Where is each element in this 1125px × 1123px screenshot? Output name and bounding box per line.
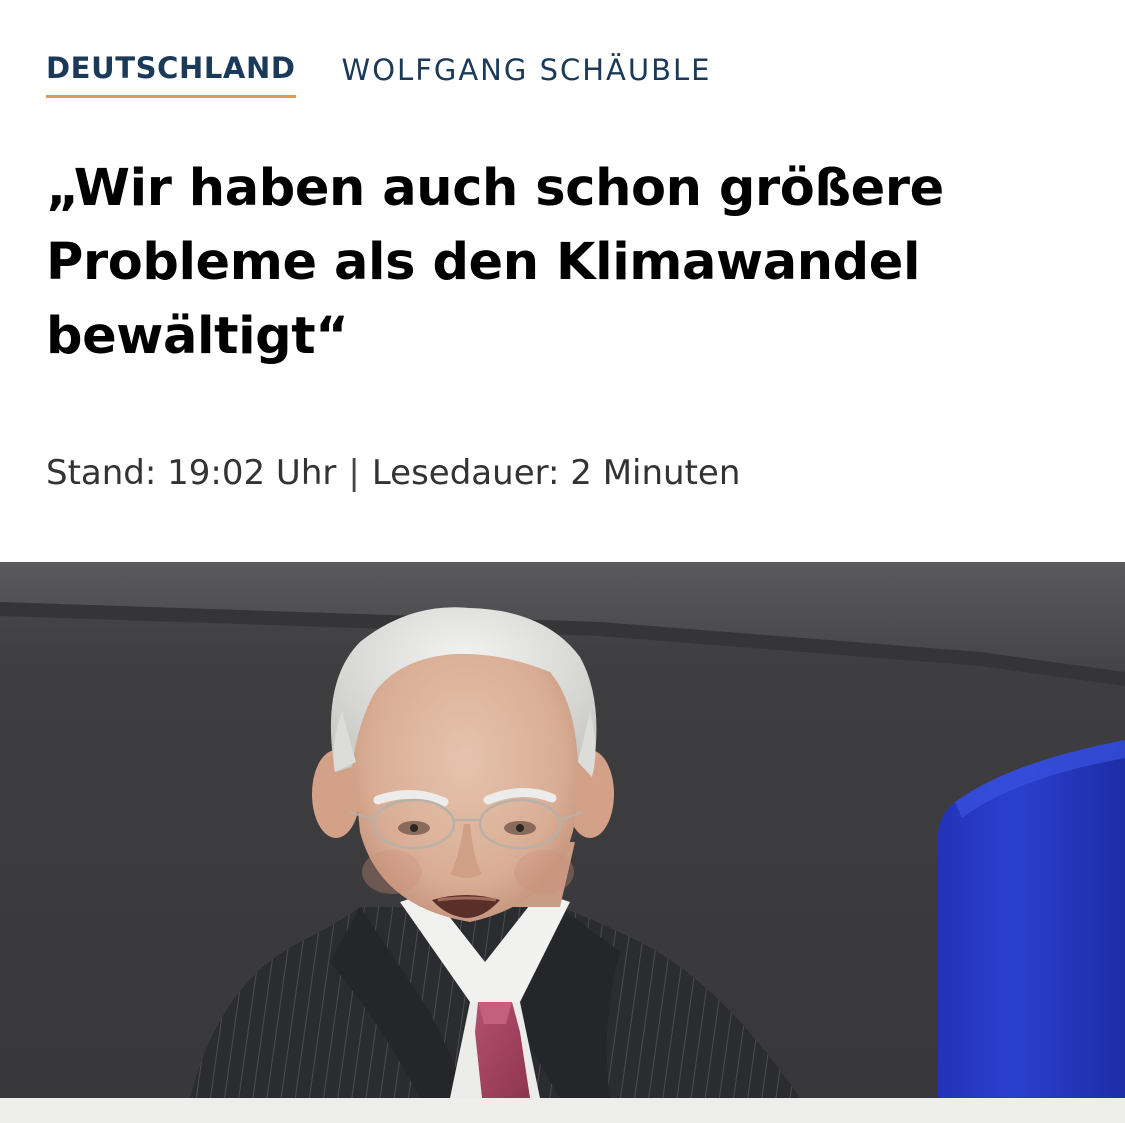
article-headline: „Wir haben auch schon größere Probleme a… (46, 152, 1086, 374)
portrait-photo (0, 562, 1125, 1098)
headline-line-3: bewältigt“ (46, 307, 349, 366)
hero-photo[interactable] (0, 562, 1125, 1098)
section-link-deutschland[interactable]: DEUTSCHLAND (46, 48, 296, 98)
headline-line-2: Probleme als den Klimawandel (46, 233, 921, 292)
headline-line-1: „Wir haben auch schon größere (46, 159, 944, 218)
article-meta: Stand: 19:02 Uhr | Lesedauer: 2 Minuten (46, 450, 740, 496)
meta-separator: | (348, 453, 360, 493)
timestamp: Stand: 19:02 Uhr (46, 453, 337, 493)
topic-link-wolfgang-schaeuble[interactable]: WOLFGANG SCHÄUBLE (342, 48, 712, 92)
article-page: DEUTSCHLAND WOLFGANG SCHÄUBLE „Wir haben… (0, 0, 1125, 1123)
breadcrumb-nav: DEUTSCHLAND WOLFGANG SCHÄUBLE (46, 48, 711, 102)
bottom-strip (0, 1098, 1125, 1123)
reading-time: Lesedauer: 2 Minuten (371, 453, 741, 493)
